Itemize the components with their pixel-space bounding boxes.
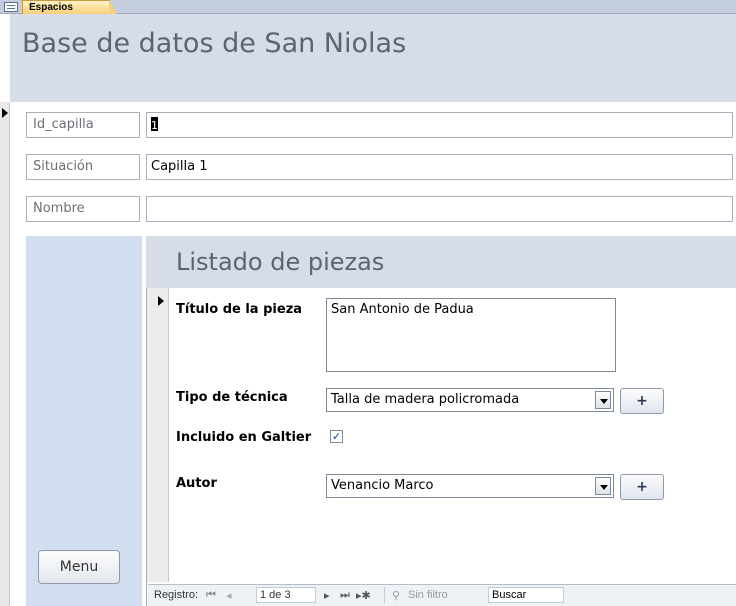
- tecnica-label: Tipo de técnica: [176, 390, 288, 405]
- galtier-checkbox[interactable]: ✓: [330, 430, 343, 443]
- nombre-field[interactable]: [146, 196, 733, 222]
- add-autor-button[interactable]: +: [620, 474, 664, 500]
- nav-separator: [384, 587, 385, 603]
- filter-status[interactable]: Sin filtro: [408, 589, 448, 601]
- nav-label: Registro:: [154, 589, 199, 601]
- subform-record-selector[interactable]: [147, 288, 169, 582]
- last-record-icon[interactable]: ⏭: [340, 589, 350, 602]
- id-capilla-label: Id_capilla: [26, 112, 140, 138]
- new-record-icon[interactable]: ▸✱: [356, 589, 371, 602]
- subform-piezas: [146, 236, 736, 606]
- search-input[interactable]: Buscar: [488, 587, 564, 603]
- tecnica-dropdown-icon[interactable]: [595, 391, 611, 409]
- tab-espacios[interactable]: Espacios: [22, 0, 117, 15]
- filter-icon[interactable]: ⚲: [392, 589, 400, 602]
- situacion-field[interactable]: Capilla 1: [146, 154, 733, 180]
- tecnica-value: Talla de madera policromada: [331, 392, 520, 407]
- titulo-label: Título de la pieza: [176, 302, 303, 317]
- autor-label: Autor: [176, 476, 217, 491]
- subform-title: Listado de piezas: [176, 248, 385, 276]
- form-icon: [4, 2, 18, 12]
- record-selector[interactable]: [0, 102, 10, 606]
- next-record-icon[interactable]: ▸: [324, 589, 330, 602]
- galtier-label: Incluido en Galtier: [176, 430, 312, 445]
- nombre-label: Nombre: [26, 196, 140, 222]
- id-capilla-field[interactable]: 1: [146, 112, 733, 138]
- menu-button[interactable]: Menu: [38, 550, 120, 584]
- form-title: Base de datos de San Niolas: [22, 28, 407, 59]
- tab-label: Espacios: [29, 2, 73, 13]
- record-navigation-bar: Registro: ⏮ ◂ 1 de 3 ▸ ⏭ ▸✱ ⚲ Sin filtro…: [148, 584, 736, 606]
- titulo-field[interactable]: San Antonio de Padua: [326, 298, 616, 372]
- current-record-field[interactable]: 1 de 3: [256, 587, 316, 603]
- current-record-arrow-icon: [2, 108, 8, 118]
- tecnica-combo[interactable]: Talla de madera policromada: [326, 388, 614, 412]
- add-tecnica-button[interactable]: +: [620, 388, 664, 414]
- situacion-label: Situación: [26, 154, 140, 180]
- autor-value: Venancio Marco: [331, 478, 434, 493]
- first-record-icon[interactable]: ⏮: [206, 589, 216, 602]
- id-capilla-value: 1: [151, 119, 158, 132]
- autor-combo[interactable]: Venancio Marco: [326, 474, 614, 498]
- subform-current-record-arrow-icon: [158, 296, 164, 306]
- previous-record-icon[interactable]: ◂: [226, 589, 232, 602]
- autor-dropdown-icon[interactable]: [595, 477, 611, 495]
